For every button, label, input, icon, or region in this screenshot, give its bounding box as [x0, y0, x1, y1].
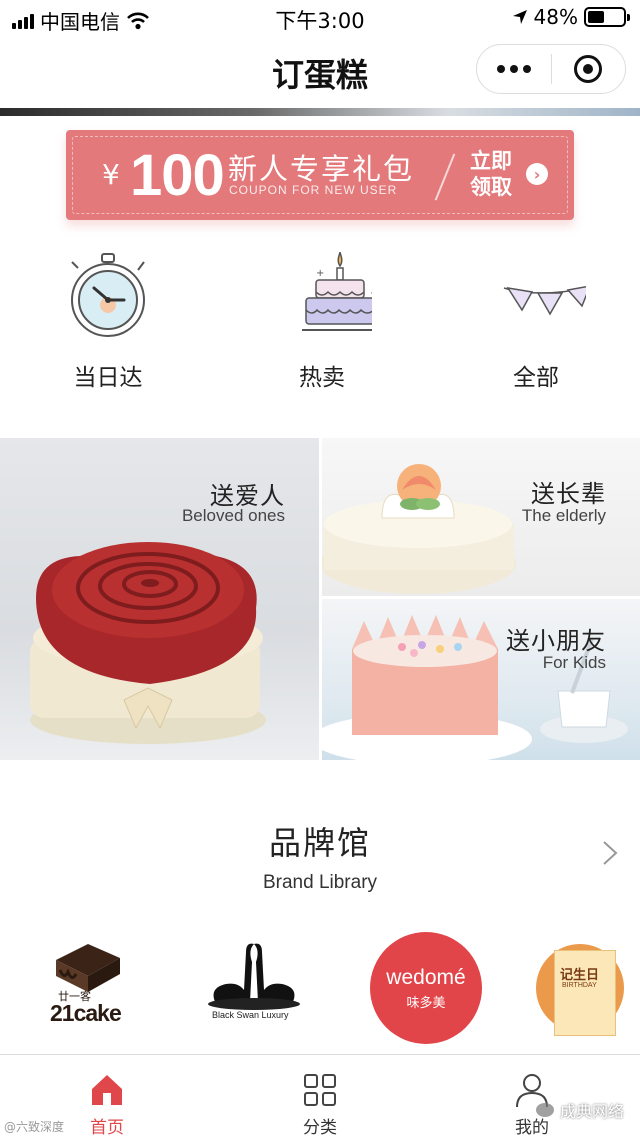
brand-21cake-name: 21cake: [50, 1000, 122, 1026]
tab-label: 首页: [90, 1118, 124, 1138]
occasion-tiles: 送爱人 Beloved ones 送长辈 The elderly 送小朋友 Fo…: [0, 438, 640, 760]
wechat-icon: [535, 1103, 554, 1117]
occasion-title: 送长辈: [531, 480, 606, 508]
occasion-subtitle: For Kids: [542, 653, 606, 672]
grid-icon: [304, 1074, 336, 1106]
brand-birthday[interactable]: 记生日 BIRTHDAY: [536, 928, 640, 1044]
svg-text:+: +: [316, 268, 324, 279]
status-bar: 中国电信 下午3:00 48%: [0, 0, 640, 36]
swan-logo-icon: [208, 943, 300, 1010]
tab-home[interactable]: 首页: [47, 1055, 167, 1138]
watermark-right-text: 成典网络: [559, 1102, 624, 1121]
brand-section-title: 品牌馆: [268, 824, 371, 862]
location-arrow-icon: [512, 10, 527, 24]
coupon-subtitle: COUPON FOR NEW USER: [229, 183, 398, 197]
occasion-tile-lover[interactable]: 送爱人 Beloved ones: [0, 438, 319, 760]
occasion-tile-kids[interactable]: 送小朋友 For Kids: [322, 599, 640, 760]
chevron-right-icon[interactable]: [602, 840, 618, 866]
tab-bar: 首页 分类 我的: [0, 1054, 640, 1138]
birthday-cake-icon: + +: [302, 251, 372, 331]
brand-wedome-name: wedomé: [386, 966, 466, 989]
target-icon[interactable]: [552, 45, 626, 93]
coupon-currency: ¥: [102, 158, 120, 191]
occasion-subtitle: Beloved ones: [181, 506, 285, 525]
bunting-flags-icon: [503, 285, 586, 316]
category-label: 当日达: [73, 365, 143, 391]
coupon-claim-button[interactable]: 立即领取: [470, 148, 520, 200]
watermark-left: @六致深度: [4, 1120, 65, 1134]
mini-program-capsule: [476, 44, 626, 94]
banner-edge: [0, 108, 640, 116]
tab-category[interactable]: 分类: [260, 1055, 380, 1138]
occasion-title: 送小朋友: [506, 627, 606, 655]
tab-profile[interactable]: 我的: [472, 1055, 592, 1138]
category-all[interactable]: 全部: [466, 248, 606, 398]
category-label: 热卖: [299, 365, 345, 391]
nav-bar: 订蛋糕: [0, 36, 640, 106]
chevron-right-icon: ›: [526, 163, 548, 185]
occasion-tile-elder[interactable]: 送长辈 The elderly: [322, 438, 640, 596]
scroll-icon: [554, 950, 616, 1036]
watermark-right: 成典网络: [535, 1098, 624, 1122]
more-dots-icon[interactable]: [477, 45, 551, 93]
category-hot[interactable]: + + 热卖: [252, 248, 392, 398]
new-user-coupon-banner[interactable]: ¥ 100 新人专享礼包 COUPON FOR NEW USER 立即领取 ›: [66, 130, 574, 220]
brand-birthday-name: 记生日: [560, 968, 600, 983]
category-label: 全部: [513, 365, 559, 391]
coupon-divider: [434, 153, 456, 201]
occasion-subtitle: The elderly: [521, 506, 606, 525]
category-row: 当日达 + + 热卖 全部: [0, 248, 640, 398]
brand-21cake[interactable]: 廿一客 21cake: [46, 928, 130, 1044]
brand-wedome-cn: 味多美: [406, 996, 446, 1011]
category-same-day[interactable]: 当日达: [38, 248, 178, 398]
coupon-amount: 100: [130, 143, 225, 208]
battery-icon: [584, 7, 630, 27]
brand-birthday-en: BIRTHDAY: [562, 982, 597, 989]
battery-percent: 48%: [533, 5, 578, 29]
brand-wedome[interactable]: wedomé 味多美: [370, 932, 482, 1044]
clock-icon: [71, 253, 145, 337]
brand-black-swan[interactable]: Black Swan Luxury: [204, 928, 304, 1044]
brand-section-subtitle: Brand Library: [262, 872, 378, 893]
home-icon: [92, 1075, 122, 1105]
tab-label: 分类: [303, 1118, 337, 1138]
status-right: 48%: [512, 5, 630, 29]
coupon-title: 新人专享礼包: [228, 152, 415, 186]
battery-fill: [588, 11, 605, 23]
brand-carousel: 廿一客 21cake Black Swan Luxury wedomé 味多美 …: [0, 928, 640, 1044]
brand-black-swan-name: Black Swan Luxury: [212, 1010, 289, 1020]
brand-21cake-logo: [56, 944, 120, 992]
